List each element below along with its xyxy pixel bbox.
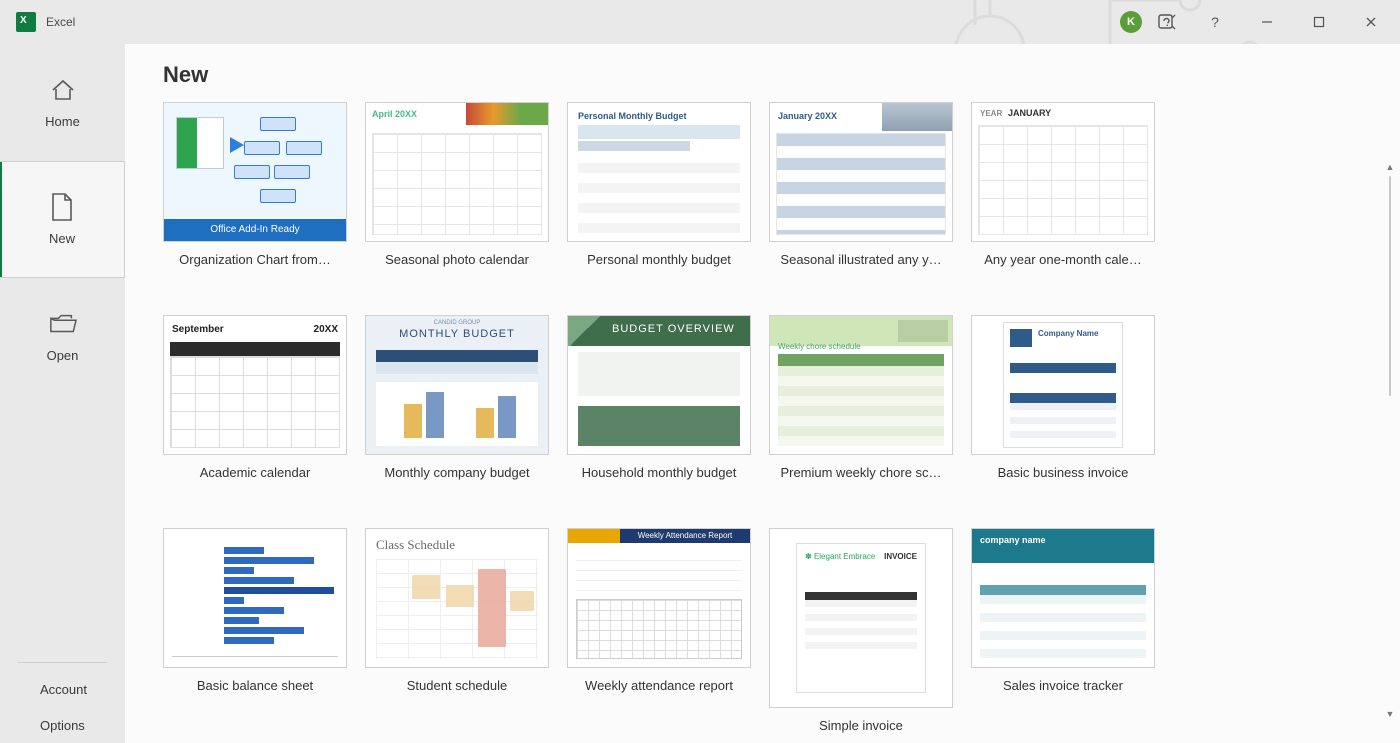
template-label: Student schedule	[365, 678, 549, 693]
template-thumb: April 20XX	[365, 102, 549, 242]
template-label: Simple invoice	[769, 718, 953, 733]
help-button[interactable]: ?	[1192, 0, 1238, 44]
template-label: Basic business invoice	[971, 465, 1155, 480]
minimize-button[interactable]	[1244, 0, 1290, 44]
template-thumb: September 20XX	[163, 315, 347, 455]
template-basic-business-invoice[interactable]: Company Name Basic business invoice	[971, 315, 1155, 480]
template-thumb: YEAR JANUARY	[971, 102, 1155, 242]
template-academic-calendar[interactable]: September 20XX Academic calendar	[163, 315, 347, 480]
template-any-year-calendar[interactable]: YEAR JANUARY Any year one-month cale…	[971, 102, 1155, 267]
template-student-schedule[interactable]: Class Schedule Student schedule	[365, 528, 549, 733]
nav-open-label: Open	[47, 348, 79, 363]
template-label: Household monthly budget	[567, 465, 751, 480]
template-thumb: BUDGET OVERVIEW	[567, 315, 751, 455]
close-button[interactable]	[1348, 0, 1394, 44]
template-weekly-attendance-report[interactable]: Weekly Attendance Report Weekly attendan…	[567, 528, 751, 733]
nav-bottom: Account Options	[0, 662, 125, 743]
template-seasonal-illustrated-calendar[interactable]: January 20XX Seasonal illustrated any y…	[769, 102, 953, 267]
template-seasonal-photo-calendar[interactable]: April 20XX Seasonal photo calendar	[365, 102, 549, 267]
open-folder-icon	[49, 310, 77, 338]
template-label: Any year one-month cale…	[971, 252, 1155, 267]
template-thumb: CANDID GROUP MONTHLY BUDGET	[365, 315, 549, 455]
page-title: New	[125, 44, 1400, 102]
addin-badge: Office Add-In Ready	[164, 219, 346, 241]
nav-options[interactable]: Options	[0, 707, 125, 743]
template-thumb: Weekly chore schedule	[769, 315, 953, 455]
restore-button[interactable]	[1296, 0, 1342, 44]
title-bar: Excel K ?	[0, 0, 1400, 44]
nav-home[interactable]: Home	[0, 44, 125, 161]
nav-new-label: New	[49, 231, 75, 246]
template-label: Organization Chart from…	[163, 252, 347, 267]
template-label: Sales invoice tracker	[971, 678, 1155, 693]
nav-open[interactable]: Open	[0, 278, 125, 395]
excel-app-icon	[16, 12, 36, 32]
nav-account[interactable]: Account	[0, 671, 125, 707]
nav-new[interactable]: New	[0, 161, 125, 278]
main-panel: New Office Add-In Ready Organization Cha…	[125, 44, 1400, 743]
scroll-thumb[interactable]	[1389, 176, 1391, 396]
template-thumb: company name	[971, 528, 1155, 668]
template-organization-chart[interactable]: Office Add-In Ready Organization Chart f…	[163, 102, 347, 267]
scroll-up-arrow[interactable]: ▲	[1384, 162, 1396, 176]
template-personal-monthly-budget[interactable]: Personal Monthly Budget Personal monthly…	[567, 102, 751, 267]
template-thumb: Personal Monthly Budget	[567, 102, 751, 242]
template-monthly-company-budget[interactable]: CANDID GROUP MONTHLY BUDGET Monthly comp…	[365, 315, 549, 480]
template-grid: Office Add-In Ready Organization Chart f…	[163, 102, 1400, 733]
backstage-nav: Home New Open Account Options	[0, 44, 125, 743]
scroll-down-arrow[interactable]: ▼	[1384, 709, 1396, 723]
template-thumb: Company Name	[971, 315, 1155, 455]
nav-divider	[18, 662, 107, 663]
template-thumb: January 20XX	[769, 102, 953, 242]
template-thumb: ✽ Elegant Embrace INVOICE	[769, 528, 953, 708]
template-thumb: Office Add-In Ready	[163, 102, 347, 242]
nav-home-label: Home	[45, 114, 80, 129]
template-label: Seasonal photo calendar	[365, 252, 549, 267]
titlebar-right-cluster: K ?	[1120, 0, 1394, 44]
template-thumb: Weekly Attendance Report	[567, 528, 751, 668]
template-basic-balance-sheet[interactable]: Basic balance sheet	[163, 528, 347, 733]
template-label: Basic balance sheet	[163, 678, 347, 693]
template-label: Seasonal illustrated any y…	[769, 252, 953, 267]
template-simple-invoice[interactable]: ✽ Elegant Embrace INVOICE Simple invoice	[769, 528, 953, 733]
template-label: Academic calendar	[163, 465, 347, 480]
home-icon	[49, 76, 77, 104]
app-name: Excel	[46, 15, 75, 29]
template-scroll-area: Office Add-In Ready Organization Chart f…	[125, 102, 1400, 743]
template-label: Personal monthly budget	[567, 252, 751, 267]
template-weekly-chore-schedule[interactable]: Weekly chore schedule Premium weekly cho…	[769, 315, 953, 480]
template-household-monthly-budget[interactable]: BUDGET OVERVIEW Household monthly budget	[567, 315, 751, 480]
coming-soon-icon[interactable]	[1148, 0, 1186, 44]
template-label: Weekly attendance report	[567, 678, 751, 693]
template-label: Monthly company budget	[365, 465, 549, 480]
template-label: Premium weekly chore sc…	[769, 465, 953, 480]
new-file-icon	[48, 193, 76, 221]
scroll-track[interactable]	[1387, 176, 1393, 709]
vertical-scrollbar[interactable]: ▲ ▼	[1384, 162, 1396, 723]
template-sales-invoice-tracker[interactable]: company name Sales invoice tracker	[971, 528, 1155, 733]
template-thumb	[163, 528, 347, 668]
template-thumb: Class Schedule	[365, 528, 549, 668]
user-avatar[interactable]: K	[1120, 11, 1142, 33]
